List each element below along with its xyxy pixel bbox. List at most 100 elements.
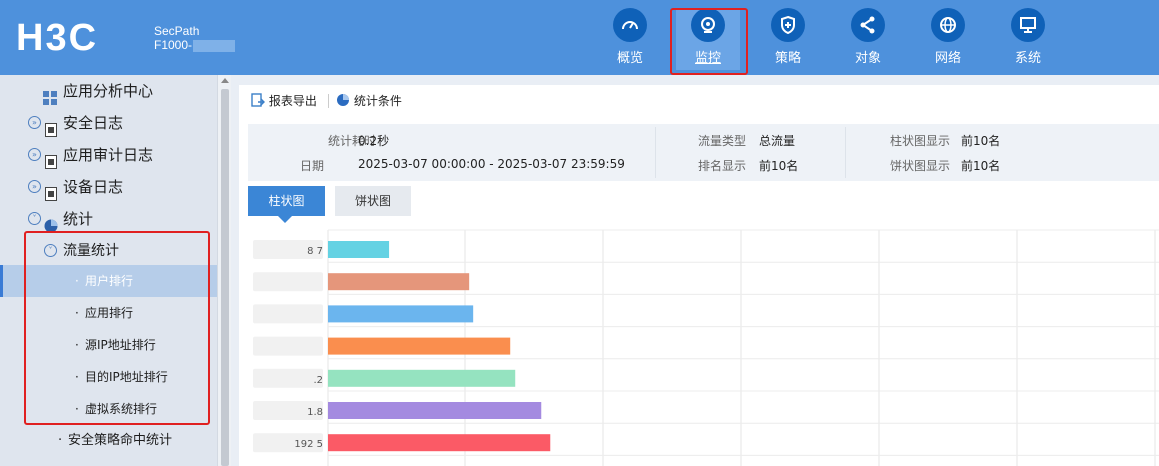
chevron-right-icon: » xyxy=(28,116,41,129)
traffic-type-label: 流量类型 xyxy=(698,134,747,148)
pie-display-value: 前10名 xyxy=(961,159,1001,173)
sidebar-scrollbar[interactable] xyxy=(217,75,231,466)
sidebar-item-label: 设备日志 xyxy=(63,178,124,196)
bullet-dot: · xyxy=(75,402,79,416)
chart-bar xyxy=(328,241,390,258)
scroll-up-arrow-icon[interactable] xyxy=(221,78,229,83)
sidebar-subitem-user-ranking[interactable]: · 用户排行 xyxy=(0,265,217,297)
date-label: 日期 xyxy=(299,159,324,173)
chart-bar xyxy=(328,337,511,355)
h3c-logo: H3C xyxy=(16,17,99,59)
pie-display-label: 饼状图显示 xyxy=(890,159,951,173)
stats-conditions-label: 统计条件 xyxy=(353,94,402,108)
chevron-down-icon: ˅ xyxy=(28,212,41,225)
redacted-label-block xyxy=(253,272,323,292)
sidebar: 应用分析中心 » 安全日志 » 应用审计日志 » 设备日志 ˅ 统计 ˅ 流量统… xyxy=(0,75,217,466)
category-tick-label: .2 xyxy=(313,375,323,386)
speedometer-icon xyxy=(613,8,647,42)
sidebar-group-label: 流量统计 xyxy=(63,243,119,259)
bar-chart: 8 7 .2 1.8 192 5 xyxy=(253,229,1159,466)
sidebar-group-traffic-stats[interactable]: ˅ 流量统计 xyxy=(0,235,217,267)
nav-overview-label: 概览 xyxy=(616,51,643,66)
nav-object-label: 对象 xyxy=(854,51,881,66)
sidebar-subitem-label: 安全策略命中统计 xyxy=(68,433,173,448)
log-doc-icon xyxy=(45,180,59,201)
sidebar-subitem-label: 用户排行 xyxy=(85,274,134,288)
sidebar-item-label: 安全日志 xyxy=(63,114,124,132)
tab-pie-chart[interactable]: 饼状图 xyxy=(335,186,411,216)
nav-network-label: 网络 xyxy=(934,51,961,66)
nav-system[interactable]: 系统 xyxy=(996,8,1060,70)
chart-bar xyxy=(328,305,474,323)
sidebar-subitem-label: 源IP地址排行 xyxy=(85,338,156,352)
nav-network[interactable]: 网络 xyxy=(916,8,980,70)
bullet-dot: · xyxy=(75,370,79,384)
scrollbar-thumb[interactable] xyxy=(221,89,229,466)
traffic-type-value: 总流量 xyxy=(759,134,796,148)
pie-icon xyxy=(44,212,58,233)
export-report-button[interactable]: 报表导出 xyxy=(251,93,317,109)
rank-display-value: 前10名 xyxy=(759,159,799,173)
export-icon xyxy=(251,93,265,107)
bullet-dot: · xyxy=(75,338,79,352)
sidebar-item-policy-hit-stats[interactable]: · 安全策略命中统计 xyxy=(0,425,217,457)
chart-bar xyxy=(328,402,542,419)
rank-display-label: 排名显示 xyxy=(698,159,747,173)
toolbar-divider xyxy=(328,94,329,108)
sidebar-item-security-log[interactable]: » 安全日志 xyxy=(0,107,217,139)
sidebar-subitem-src-ip-ranking[interactable]: · 源IP地址排行 xyxy=(0,329,217,361)
chart-bar xyxy=(328,434,551,452)
sidebar-subitem-label: 虚拟系统排行 xyxy=(85,402,158,416)
sidebar-item-label: 应用审计日志 xyxy=(63,146,154,164)
sidebar-item-app-analysis[interactable]: 应用分析中心 xyxy=(0,75,217,107)
tab-bar-chart[interactable]: 柱状图 xyxy=(248,186,325,223)
date-value: 2025-03-07 00:00:00 - 2025-03-07 23:59:5… xyxy=(358,157,625,171)
info-divider xyxy=(655,127,656,178)
bar-display-label: 柱状图显示 xyxy=(890,134,951,148)
bullet-dot: · xyxy=(75,306,79,320)
chart-bar xyxy=(328,369,516,387)
bullet-dot: · xyxy=(75,274,79,288)
redacted-label-block xyxy=(253,336,323,356)
grid-icon xyxy=(43,84,57,105)
time-cost-value: 0.2秒 xyxy=(358,134,390,148)
globe-icon xyxy=(931,8,965,42)
sidebar-subitem-label: 应用排行 xyxy=(85,306,134,320)
product-line-2: F1000- xyxy=(154,38,236,52)
bullet-dot: · xyxy=(58,433,63,448)
log-doc-icon xyxy=(45,116,59,137)
sidebar-subitem-vsys-ranking[interactable]: · 虚拟系统排行 xyxy=(0,393,217,425)
product-line-1: SecPath xyxy=(154,24,200,38)
chevron-right-icon: » xyxy=(28,148,41,161)
category-tick-label: 8 7 xyxy=(307,246,323,257)
redacted-model-number xyxy=(193,39,236,52)
webcam-icon xyxy=(691,8,725,42)
nav-monitor-label: 监控 xyxy=(694,51,721,66)
main-panel: 报表导出 统计条件 统计耗时 0.2秒 日期 2025-03-07 00:00:… xyxy=(239,85,1159,466)
toolbar: 报表导出 统计条件 xyxy=(239,85,1159,117)
pie-chart-icon xyxy=(337,94,349,106)
nav-policy[interactable]: 策略 xyxy=(756,8,820,70)
sidebar-item-device-log[interactable]: » 设备日志 xyxy=(0,171,217,203)
sidebar-subitem-app-ranking[interactable]: · 应用排行 xyxy=(0,297,217,329)
sidebar-item-app-audit-log[interactable]: » 应用审计日志 xyxy=(0,139,217,171)
chevron-down-icon: ˅ xyxy=(44,244,57,257)
nav-policy-label: 策略 xyxy=(774,51,801,66)
nav-overview[interactable]: 概览 xyxy=(598,8,662,70)
category-tick-label: 1.8 xyxy=(307,407,323,418)
monitor-icon xyxy=(1011,8,1045,42)
chevron-right-icon: » xyxy=(28,180,41,193)
info-divider xyxy=(845,127,846,178)
stats-info-panel: 统计耗时 0.2秒 日期 2025-03-07 00:00:00 - 2025-… xyxy=(248,124,1159,181)
sidebar-item-label: 应用分析中心 xyxy=(63,82,154,100)
stats-conditions-button[interactable]: 统计条件 xyxy=(336,93,402,109)
redacted-label-block xyxy=(253,304,323,324)
chart-bar xyxy=(328,273,470,291)
nav-object[interactable]: 对象 xyxy=(836,8,900,70)
share-nodes-icon xyxy=(851,8,885,42)
sidebar-subitem-dst-ip-ranking[interactable]: · 目的IP地址排行 xyxy=(0,361,217,393)
product-name: SecPath F1000- xyxy=(154,24,236,52)
sidebar-item-statistics[interactable]: ˅ 统计 xyxy=(0,203,217,235)
log-doc-icon xyxy=(45,148,59,169)
nav-monitor[interactable]: 监控 xyxy=(676,8,740,70)
